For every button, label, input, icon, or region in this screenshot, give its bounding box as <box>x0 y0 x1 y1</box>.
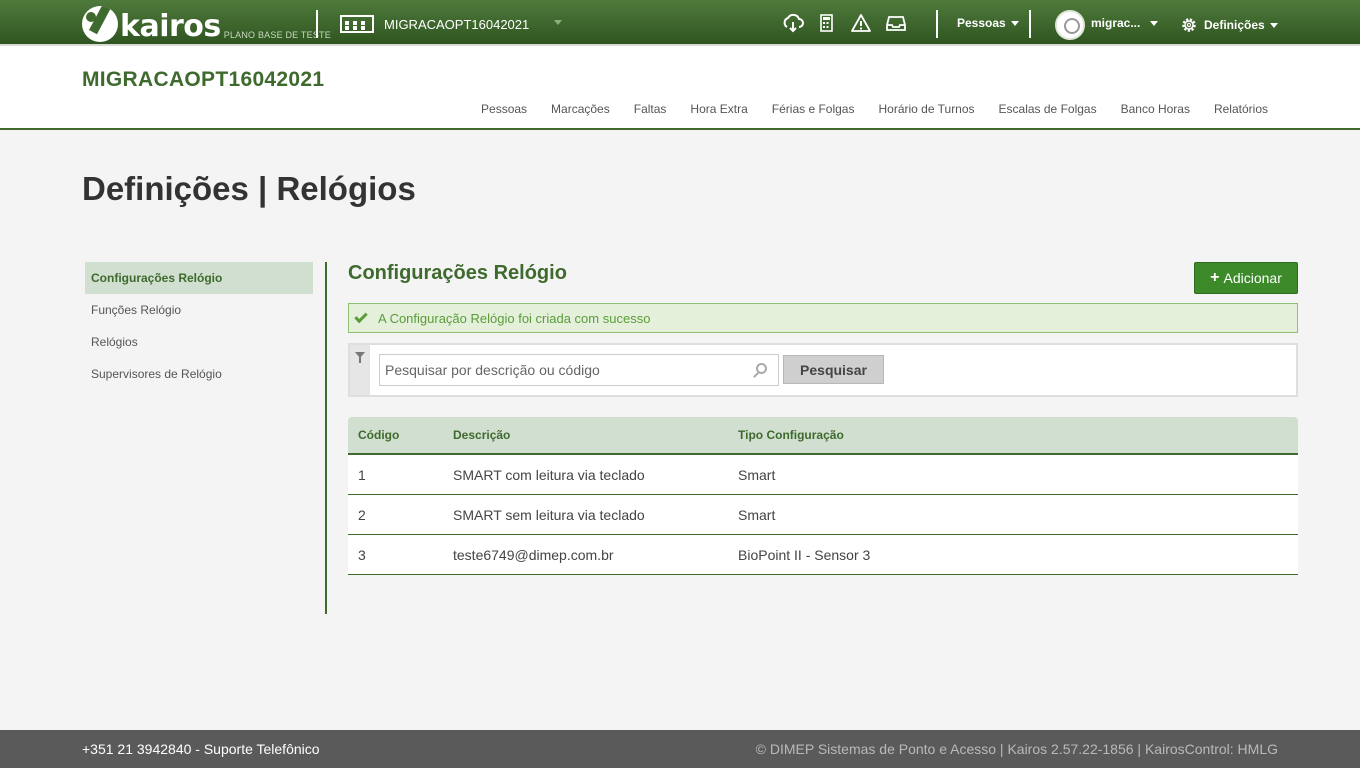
warning-icon[interactable] <box>849 12 873 34</box>
column-header-codigo[interactable]: Código <box>348 428 453 442</box>
topbar-divider <box>1029 10 1031 38</box>
user-name: migrac... <box>1091 16 1141 30</box>
logo-text: kairos <box>120 9 221 44</box>
building-icon <box>340 15 374 33</box>
column-header-tipo[interactable]: Tipo Configuração <box>738 428 1298 442</box>
nav-item-escalas-folgas[interactable]: Escalas de Folgas <box>999 102 1097 116</box>
nav-item-marcacoes[interactable]: Marcações <box>551 102 610 116</box>
section-title: Configurações Relógio <box>348 262 567 284</box>
user-menu[interactable]: migrac... <box>1091 16 1159 30</box>
sidebar-item-supervisores-relogio[interactable]: Supervisores de Relógio <box>85 358 313 390</box>
cell-descricao: SMART sem leitura via teclado <box>453 506 645 523</box>
cell-tipo: Smart <box>738 466 776 483</box>
support-phone: +351 21 3942840 - Suporte Telefônico <box>82 741 320 757</box>
sidebar-divider <box>325 262 327 614</box>
cell-codigo: 3 <box>358 546 366 563</box>
column-header-descricao[interactable]: Descrição <box>453 428 738 442</box>
company-selector[interactable]: MIGRACAOPT16042021 <box>340 13 529 35</box>
search-input[interactable] <box>379 354 779 386</box>
cell-codigo: 1 <box>358 466 366 483</box>
success-alert: A Configuração Relógio foi criada com su… <box>348 303 1298 333</box>
plus-icon: + <box>1210 269 1220 286</box>
sidebar-item-funcoes-relogio[interactable]: Funções Relógio <box>85 294 313 326</box>
sidebar-item-configuracoes-relogio[interactable]: Configurações Relógio <box>85 262 313 294</box>
plan-label: PLANO BASE DE TESTE <box>223 30 331 40</box>
table-row[interactable]: 1 SMART com leitura via teclado Smart <box>348 455 1298 495</box>
search-button[interactable]: Pesquisar <box>783 355 884 384</box>
cell-descricao: SMART com leitura via teclado <box>453 466 645 483</box>
main-content: Configurações Relógio + Adicionar A Conf… <box>348 262 1298 575</box>
company-selector-name: MIGRACAOPT16042021 <box>384 16 530 32</box>
nav-item-banco-horas[interactable]: Banco Horas <box>1121 102 1190 116</box>
nav-item-relatorios[interactable]: Relatórios <box>1214 102 1268 116</box>
kairos-logo[interactable]: kairos PLANO BASE DE TESTE <box>82 4 331 42</box>
top-bar: kairos PLANO BASE DE TESTE MIGRACAOPT160… <box>0 0 1360 46</box>
nav-item-hora-extra[interactable]: Hora Extra <box>690 102 747 116</box>
inbox-icon[interactable] <box>884 12 908 34</box>
chevron-down-icon <box>1269 22 1278 28</box>
footer: +351 21 3942840 - Suporte Telefônico © D… <box>0 730 1360 768</box>
calculator-icon[interactable] <box>816 12 840 34</box>
settings-menu[interactable]: Definições <box>1180 16 1278 34</box>
alert-text: A Configuração Relógio foi criada com su… <box>378 310 651 326</box>
sidebar: Configurações Relógio Funções Relógio Re… <box>85 262 313 390</box>
check-icon <box>354 309 368 324</box>
nav-item-horario-turnos[interactable]: Horário de Turnos <box>878 102 974 116</box>
filter-toggle[interactable] <box>350 345 370 395</box>
topbar-divider <box>316 10 318 38</box>
search-icon <box>756 363 767 374</box>
cell-tipo: Smart <box>738 506 776 523</box>
company-title: MIGRACAOPT16042021 <box>82 68 325 91</box>
table-header: Código Descrição Tipo Configuração <box>348 417 1298 455</box>
chevron-down-icon <box>1150 20 1159 26</box>
nav-item-faltas[interactable]: Faltas <box>634 102 667 116</box>
app-header: MIGRACAOPT16042021 Pessoas Marcações Fal… <box>0 46 1360 130</box>
cell-codigo: 2 <box>358 506 366 523</box>
sidebar-item-relogios[interactable]: Relógios <box>85 326 313 358</box>
topbar-divider <box>936 10 938 38</box>
nav-item-ferias-folgas[interactable]: Férias e Folgas <box>772 102 855 116</box>
add-button-label: Adicionar <box>1223 270 1282 286</box>
gear-icon <box>1182 18 1196 32</box>
people-menu-label: Pessoas <box>957 16 1006 30</box>
chevron-down-icon <box>1010 20 1019 26</box>
cloud-download-icon[interactable] <box>781 12 805 34</box>
kairos-logo-mark-icon <box>82 6 118 42</box>
configurations-table: Código Descrição Tipo Configuração 1 SMA… <box>348 417 1298 575</box>
page-title: Definições | Relógios <box>82 170 416 207</box>
cell-descricao: teste6749@dimep.com.br <box>453 546 614 563</box>
settings-menu-label: Definições <box>1204 18 1265 32</box>
people-menu[interactable]: Pessoas <box>957 16 1019 30</box>
table-row[interactable]: 3 teste6749@dimep.com.br BioPoint II - S… <box>348 535 1298 575</box>
filter-icon <box>355 352 365 363</box>
avatar[interactable] <box>1055 10 1085 40</box>
chevron-down-icon[interactable] <box>554 20 562 25</box>
table-row[interactable]: 2 SMART sem leitura via teclado Smart <box>348 495 1298 535</box>
footer-copyright: © DIMEP Sistemas de Ponto e Acesso | Kai… <box>755 741 1278 757</box>
search-panel: Pesquisar <box>348 343 1298 397</box>
add-button[interactable]: + Adicionar <box>1194 262 1298 294</box>
nav-item-pessoas[interactable]: Pessoas <box>481 102 527 116</box>
cell-tipo: BioPoint II - Sensor 3 <box>738 546 871 563</box>
main-nav: Pessoas Marcações Faltas Hora Extra Féri… <box>457 102 1268 116</box>
